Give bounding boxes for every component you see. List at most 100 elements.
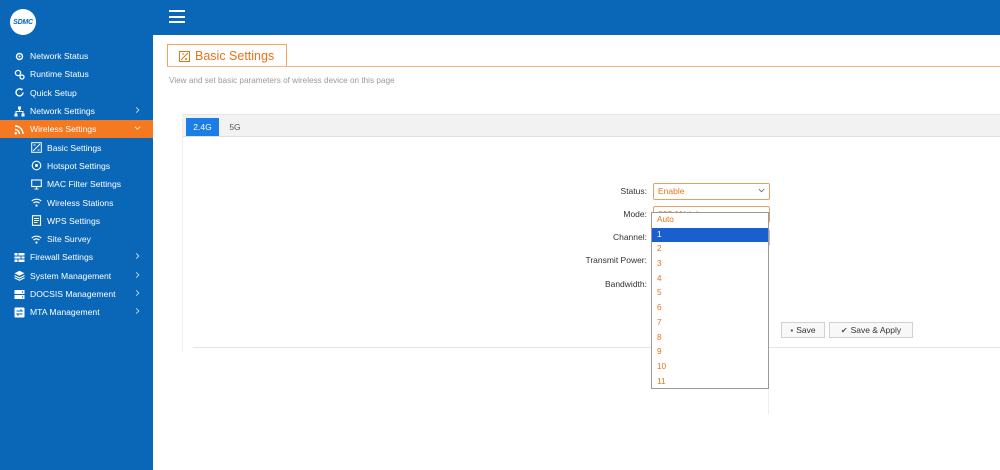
sidebar-item-label: Wireless Settings: [30, 124, 97, 135]
sidebar-item-label: System Management: [30, 270, 112, 281]
title-divider: [167, 66, 1000, 67]
channel-option[interactable]: Auto: [652, 213, 768, 228]
status-label: Status:: [620, 186, 647, 196]
sidebar-item-label: Quick Setup: [30, 87, 77, 98]
save-button[interactable]: ▪ Save: [781, 322, 825, 338]
sidebar-item-label: MTA Management: [30, 307, 100, 318]
hamburger-menu-icon[interactable]: [169, 10, 185, 23]
chevron-right-icon: [134, 308, 141, 317]
chevron-right-icon: [134, 290, 141, 299]
gear-cluster-icon: [13, 50, 26, 62]
page-description: View and set basic parameters of wireles…: [169, 76, 395, 85]
sidebar-item-label: Network Status: [30, 51, 89, 62]
sidebar-item-mta-management[interactable]: MTA Management: [0, 303, 153, 321]
sidebar: SDMC Network Status Runtime Status Quick S…: [0, 0, 153, 470]
sidebar-item-firewall-settings[interactable]: Firewall Settings: [0, 248, 153, 266]
chevron-right-icon: [134, 107, 141, 116]
sidebar-item-label: Wireless Stations: [47, 197, 114, 208]
bandwidth-label: Bandwidth:: [604, 279, 647, 289]
save-apply-label: Save & Apply: [850, 325, 902, 335]
check-icon: ✔: [840, 325, 848, 335]
main-content: Basic Settings View and set basic parame…: [153, 35, 1000, 470]
logo-text: SDMC: [13, 18, 33, 26]
channel-option[interactable]: 11: [652, 375, 768, 390]
sidebar-item-label: WPS Settings: [47, 215, 101, 226]
wifi-icon: [30, 233, 43, 245]
tab-5g[interactable]: 5G: [223, 118, 247, 136]
gears-icon: [13, 68, 26, 80]
sidebar-item-label: Network Settings: [30, 106, 95, 117]
layers-icon: [13, 270, 26, 282]
bandwidth-row: Bandwidth:: [183, 276, 1000, 292]
sidebar-item-wireless-stations[interactable]: Wireless Stations: [0, 193, 153, 211]
settings-box-icon: [179, 50, 190, 62]
sidebar-item-label: Basic Settings: [47, 142, 102, 153]
save-label: Save: [796, 325, 816, 335]
status-row: Status: Enable: [183, 183, 1000, 200]
sidebar-item-label: DOCSIS Management: [30, 289, 116, 299]
wifi-rss-icon: [13, 123, 26, 135]
server-icon: [13, 288, 26, 300]
channel-option[interactable]: 1: [652, 227, 768, 243]
exchange-icon: [13, 306, 26, 318]
chevron-right-icon: [134, 253, 141, 262]
mode-row: Mode: 802.11b/g/n: [183, 206, 1000, 223]
refresh-icon: [13, 87, 26, 99]
chevron-right-icon: [134, 271, 141, 280]
settings-box-icon: [30, 142, 43, 154]
sidebar-item-network-settings[interactable]: Network Settings: [0, 102, 153, 120]
channel-option[interactable]: 10: [652, 360, 768, 375]
sidebar-item-quick-setup[interactable]: Quick Setup: [0, 84, 153, 102]
channel-option[interactable]: 8: [652, 331, 768, 346]
sidebar-item-label: Runtime Status: [30, 69, 89, 80]
brand-logo[interactable]: SDMC: [10, 9, 36, 35]
channel-option[interactable]: 9: [652, 345, 768, 360]
sidebar-item-docsis-management[interactable]: DOCSIS Management: [0, 285, 153, 303]
sidebar-item-system-management[interactable]: System Management: [0, 267, 153, 285]
channel-option[interactable]: 3: [652, 257, 768, 272]
tab-2-4g[interactable]: 2.4G: [186, 118, 219, 136]
sidebar-item-hotspot-settings[interactable]: Hotspot Settings: [0, 157, 153, 175]
divider: [768, 390, 769, 414]
sidebar-item-network-status[interactable]: Network Status: [0, 47, 153, 65]
band-tab-bar: 2.4G 5G: [183, 114, 1000, 137]
sidebar-item-label: Site Survey: [47, 234, 91, 245]
sidebar-item-wps-settings[interactable]: WPS Settings: [0, 212, 153, 230]
wifi-icon: [30, 197, 43, 209]
floppy-icon: ▪: [790, 325, 794, 335]
channel-row: Channel: 1: [183, 229, 1000, 246]
sidebar-item-wireless-settings[interactable]: Wireless Settings: [0, 120, 153, 139]
sidebar-item-runtime-status[interactable]: Runtime Status: [0, 65, 153, 83]
channel-dropdown-list: Auto 1 2 3 4 5 6 7 8 9 10 11: [651, 212, 769, 389]
sidebar-item-label: Firewall Settings: [30, 252, 94, 263]
document-icon: [30, 215, 43, 227]
sidebar-menu: Network Status Runtime Status Quick Setup N…: [0, 47, 153, 321]
channel-option[interactable]: 5: [652, 286, 768, 301]
save-apply-button[interactable]: ✔ Save & Apply: [829, 322, 913, 338]
firewall-icon: [13, 251, 26, 263]
sidebar-item-label: Hotspot Settings: [47, 160, 111, 171]
channel-label: Channel:: [612, 232, 647, 242]
chevron-down-icon: [134, 125, 141, 134]
sitemap-icon: [13, 105, 26, 117]
top-bar: [153, 0, 1000, 35]
status-select[interactable]: Enable: [653, 183, 770, 200]
chevron-down-icon: [758, 188, 765, 193]
transmit-power-label: Transmit Power:: [585, 255, 647, 265]
panel-divider: [193, 347, 1000, 348]
mode-label: Mode:: [623, 209, 647, 219]
channel-option[interactable]: 7: [652, 316, 768, 331]
page-title-tab: Basic Settings: [167, 44, 287, 67]
page-title: Basic Settings: [195, 49, 275, 63]
sidebar-item-basic-settings[interactable]: Basic Settings: [0, 138, 153, 156]
sidebar-item-site-survey[interactable]: Site Survey: [0, 230, 153, 248]
channel-option[interactable]: 2: [652, 242, 768, 257]
sidebar-item-label: MAC Filter Settings: [47, 179, 122, 190]
status-value: Enable: [658, 186, 685, 196]
transmit-power-row: Transmit Power:: [183, 252, 1000, 268]
channel-option[interactable]: 4: [652, 272, 768, 287]
hotspot-icon: [30, 160, 43, 172]
channel-option[interactable]: 6: [652, 301, 768, 316]
settings-panel: 2.4G 5G Status: Enable Mode: 802.11b/g/n…: [182, 114, 1000, 352]
sidebar-item-mac-filter-settings[interactable]: MAC Filter Settings: [0, 175, 153, 193]
